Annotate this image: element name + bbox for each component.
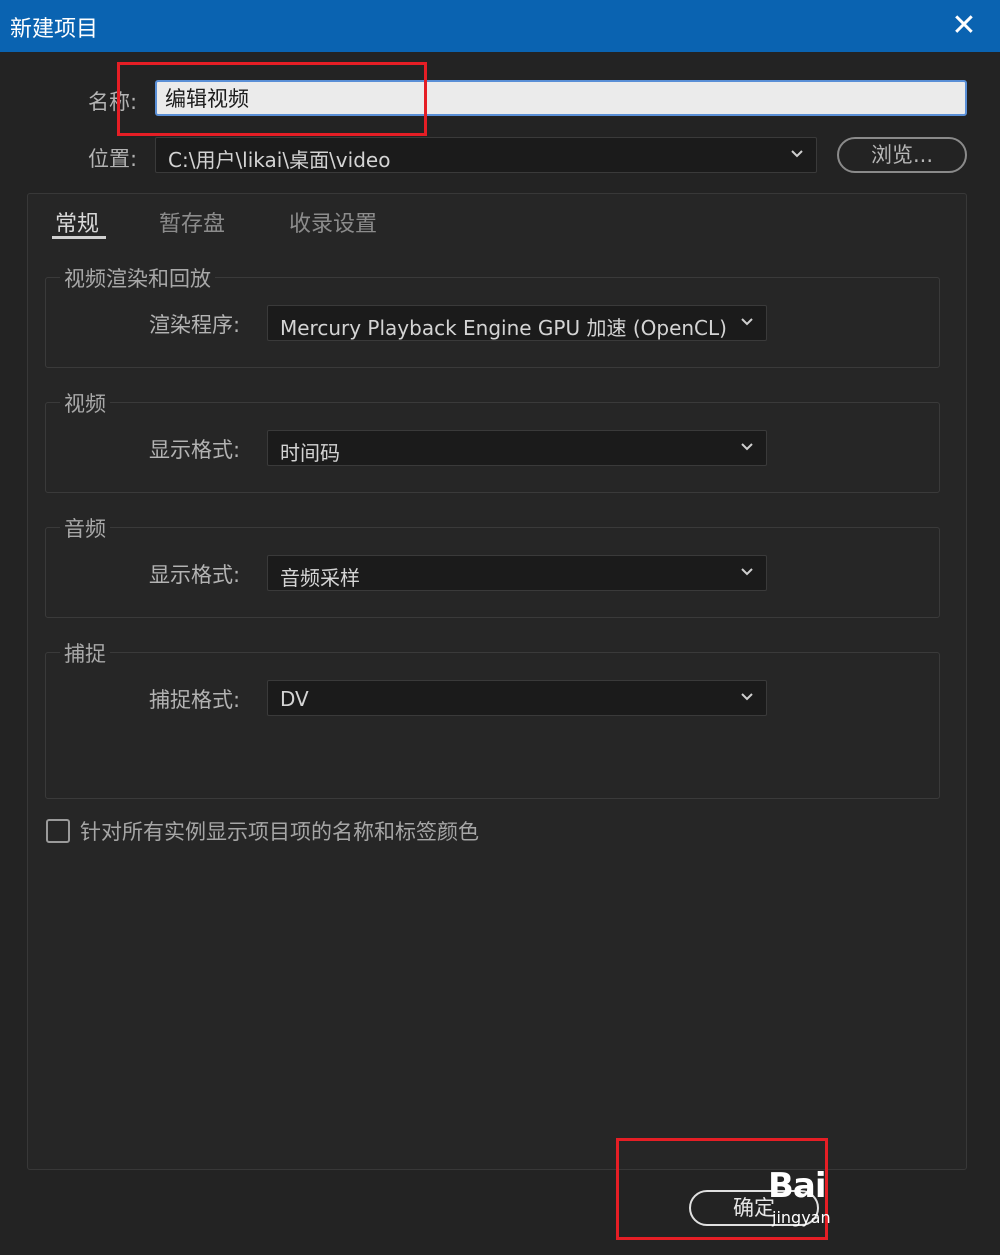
group-title-video: 视频 — [60, 388, 110, 418]
location-value: C:\用户\likai\桌面\video — [168, 148, 391, 172]
chevron-down-icon — [741, 443, 753, 451]
renderer-label: 渲染程序: — [149, 313, 241, 337]
capture-format-dropdown[interactable]: DV — [267, 680, 767, 716]
tab-ingest-settings[interactable]: 收录设置 — [289, 206, 377, 238]
renderer-dropdown[interactable]: Mercury Playback Engine GPU 加速 (OpenCL) — [267, 305, 767, 341]
video-display-format-dropdown[interactable]: 时间码 — [267, 430, 767, 466]
active-tab-indicator — [52, 236, 106, 239]
group-title-capture: 捕捉 — [60, 638, 110, 668]
video-display-format-label: 显示格式: — [149, 438, 241, 462]
group-title-video-render: 视频渲染和回放 — [60, 263, 215, 293]
chevron-down-icon — [741, 318, 753, 326]
renderer-value: Mercury Playback Engine GPU 加速 (OpenCL) — [280, 316, 727, 340]
location-label: 位置: — [88, 147, 138, 171]
chevron-down-icon — [741, 568, 753, 576]
capture-format-label: 捕捉格式: — [149, 688, 241, 712]
location-dropdown[interactable]: C:\用户\likai\桌面\video — [155, 137, 817, 173]
tab-general[interactable]: 常规 — [55, 206, 99, 238]
group-capture — [45, 652, 940, 799]
tab-scratch-disks[interactable]: 暂存盘 — [159, 206, 225, 238]
watermark-main-text: Bai — [768, 1166, 827, 1206]
browse-button[interactable]: 浏览... — [837, 137, 967, 173]
annotation-highlight-name — [117, 62, 427, 136]
audio-display-format-label: 显示格式: — [149, 563, 241, 587]
chevron-down-icon — [741, 693, 753, 701]
baidu-watermark: Bai jingyan — [768, 1166, 838, 1232]
video-display-format-value: 时间码 — [280, 441, 340, 465]
capture-format-value: DV — [280, 687, 309, 711]
show-label-colors-checkbox[interactable] — [46, 819, 70, 843]
watermark-sub-text: jingyan — [772, 1208, 831, 1227]
audio-display-format-dropdown[interactable]: 音频采样 — [267, 555, 767, 591]
chevron-down-icon — [791, 150, 803, 158]
group-title-audio: 音频 — [60, 513, 110, 543]
audio-display-format-value: 音频采样 — [280, 566, 360, 590]
show-label-colors-label: 针对所有实例显示项目项的名称和标签颜色 — [80, 820, 479, 844]
